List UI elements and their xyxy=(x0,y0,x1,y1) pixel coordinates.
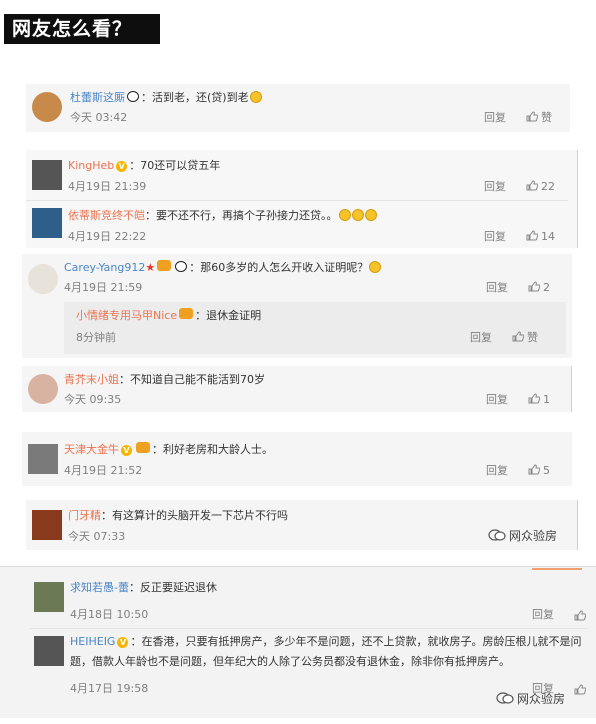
like-button[interactable]: 赞 xyxy=(512,331,538,345)
thumb-up-icon[interactable] xyxy=(574,610,586,621)
reply-button[interactable]: 回复 xyxy=(484,111,506,125)
comment-time: 4月19日 21:59 xyxy=(64,281,143,294)
comment-text: ：不知道自己能不能活到70岁 xyxy=(119,373,265,386)
comment-text: ：那60多岁的人怎么开收入证明呢？ xyxy=(189,261,369,274)
wechat-icon xyxy=(496,692,514,704)
comment-text: ：要不还不行，再搞个子孙接力还贷。。 xyxy=(145,209,338,222)
thumb-up-icon xyxy=(528,281,540,292)
comment-time: 今天 07:33 xyxy=(68,530,126,543)
thumb-up-icon xyxy=(512,331,524,342)
avatar[interactable] xyxy=(32,208,62,238)
comment-username[interactable]: 依蒂斯竞终不皑 xyxy=(68,209,145,222)
avatar[interactable] xyxy=(34,582,64,612)
comment-text: 题，借款人年龄也不是问题，但年纪大的人除了公务员都没有退休金，除非你有抵押房产。 xyxy=(70,655,510,668)
reply-thread: 小情绪专用马甲Nice ：退休金证明 8分钟前 回复 赞 xyxy=(64,302,566,354)
comment-text: ：活到老，还(贷)到老 xyxy=(141,91,249,104)
comment-time: 今天 09:35 xyxy=(64,393,122,406)
comment-card: 天津大金牛 V ：利好老房和大龄人士。 4月19日 21:52 回复 5 xyxy=(22,432,572,486)
comment-text: ：利好老房和大龄人士。 xyxy=(152,443,273,456)
v-badge-icon: V xyxy=(116,161,128,172)
thumb-up-icon xyxy=(528,464,540,475)
comment-username[interactable]: 求知若愚-蕾 xyxy=(70,581,129,594)
avatar[interactable] xyxy=(28,444,58,474)
comment-username[interactable]: Carey-Yang912 xyxy=(64,261,145,274)
avatar[interactable] xyxy=(28,374,58,404)
comment-time: 4月19日 21:39 xyxy=(68,180,147,193)
laugh-emoji-icon xyxy=(351,209,364,221)
comment-text: ：70还可以贷五年 xyxy=(129,159,221,172)
comment-username[interactable]: KingHeb xyxy=(68,159,114,172)
comment-text: ：有这算计的头脑开发一下芯片不行吗 xyxy=(101,509,288,522)
avatar[interactable] xyxy=(28,264,58,294)
watermark: 网众验房 xyxy=(488,527,557,544)
comment-card: KingHeb V ：70还可以贷五年 4月19日 21:39 回复 22 依蒂斯竞… xyxy=(26,150,578,248)
comment-time: 今天 03:42 xyxy=(70,111,128,124)
avatar[interactable] xyxy=(34,636,64,666)
like-button[interactable]: 5 xyxy=(528,464,550,478)
v-badge-icon: V xyxy=(117,637,129,648)
comment-username[interactable]: 天津大金牛 xyxy=(64,443,119,456)
thumb-up-icon[interactable] xyxy=(574,684,586,695)
comment-text: ：退休金证明 xyxy=(195,309,262,322)
thumb-up-icon xyxy=(526,180,538,191)
vip-icon xyxy=(157,260,172,271)
panda-icon xyxy=(175,261,188,272)
laugh-emoji-icon xyxy=(364,209,377,221)
thumb-up-icon xyxy=(528,393,540,404)
comment-time: 4月19日 22:22 xyxy=(68,230,147,243)
reply-button[interactable]: 回复 xyxy=(532,608,554,622)
avatar[interactable] xyxy=(32,160,62,190)
reply-button[interactable]: 回复 xyxy=(486,393,508,407)
panda-icon xyxy=(127,91,139,102)
comment-text: ：反正要延迟退休 xyxy=(128,581,217,594)
comment-time: 8分钟前 xyxy=(76,331,116,344)
vip-icon xyxy=(179,308,194,319)
comment-username[interactable]: 杜蕾斯这厮 xyxy=(70,91,125,104)
like-button[interactable]: 2 xyxy=(528,281,550,295)
reply-button[interactable]: 回复 xyxy=(470,331,492,345)
comment-username[interactable]: 门牙精 xyxy=(68,509,101,522)
surprise-emoji-icon xyxy=(369,261,382,273)
like-button[interactable]: 14 xyxy=(526,230,555,244)
laugh-emoji-icon xyxy=(338,209,351,221)
comment-text: ：在香港，只要有抵押房产，多少年不是问题，还不上贷款，就收房子。房龄压根儿就不是… xyxy=(130,635,582,648)
comment-time: 4月19日 21:52 xyxy=(64,464,143,477)
comment-card: 青芥末小姐：不知道自己能不能活到70岁 今天 09:35 回复 1 xyxy=(22,366,572,412)
comment-username[interactable]: 青芥末小姐 xyxy=(64,373,119,386)
star-icon: ★ xyxy=(145,261,156,274)
comment-card: Carey-Yang912★ ：那60多岁的人怎么开收入证明呢？ 4月19日 21… xyxy=(22,254,572,358)
watermark: 网众验房 xyxy=(496,690,565,707)
page-title: 网友怎么看？ xyxy=(4,14,160,44)
like-button[interactable]: 22 xyxy=(526,180,555,194)
comment-text-block: HEIHEIG V ：在香港，只要有抵押房产，多少年不是问题，还不上贷款，就收房子。… xyxy=(70,632,590,672)
thumb-up-icon xyxy=(526,111,538,122)
comment-time: 4月18日 10:50 xyxy=(70,608,149,621)
comment-username[interactable]: 小情绪专用马甲Nice xyxy=(76,309,177,322)
vip-icon xyxy=(136,442,150,453)
v-badge-icon: V xyxy=(121,445,132,456)
avatar[interactable] xyxy=(32,92,62,122)
like-button[interactable]: 1 xyxy=(528,393,550,407)
thumb-up-icon xyxy=(526,230,538,241)
reply-button[interactable]: 回复 xyxy=(486,281,508,295)
reply-button[interactable]: 回复 xyxy=(484,230,506,244)
wechat-icon xyxy=(488,529,506,541)
reply-button[interactable]: 回复 xyxy=(486,464,508,478)
laugh-emoji-icon xyxy=(249,91,262,103)
avatar[interactable] xyxy=(32,510,62,540)
comment-username[interactable]: HEIHEIG xyxy=(70,635,115,648)
comment-time: 4月17日 19:58 xyxy=(70,682,149,695)
like-button[interactable]: 赞 xyxy=(526,111,552,125)
comment-card: 杜蕾斯这厮 ：活到老，还(贷)到老 今天 03:42 回复 赞 xyxy=(26,84,570,132)
reply-button[interactable]: 回复 xyxy=(484,180,506,194)
